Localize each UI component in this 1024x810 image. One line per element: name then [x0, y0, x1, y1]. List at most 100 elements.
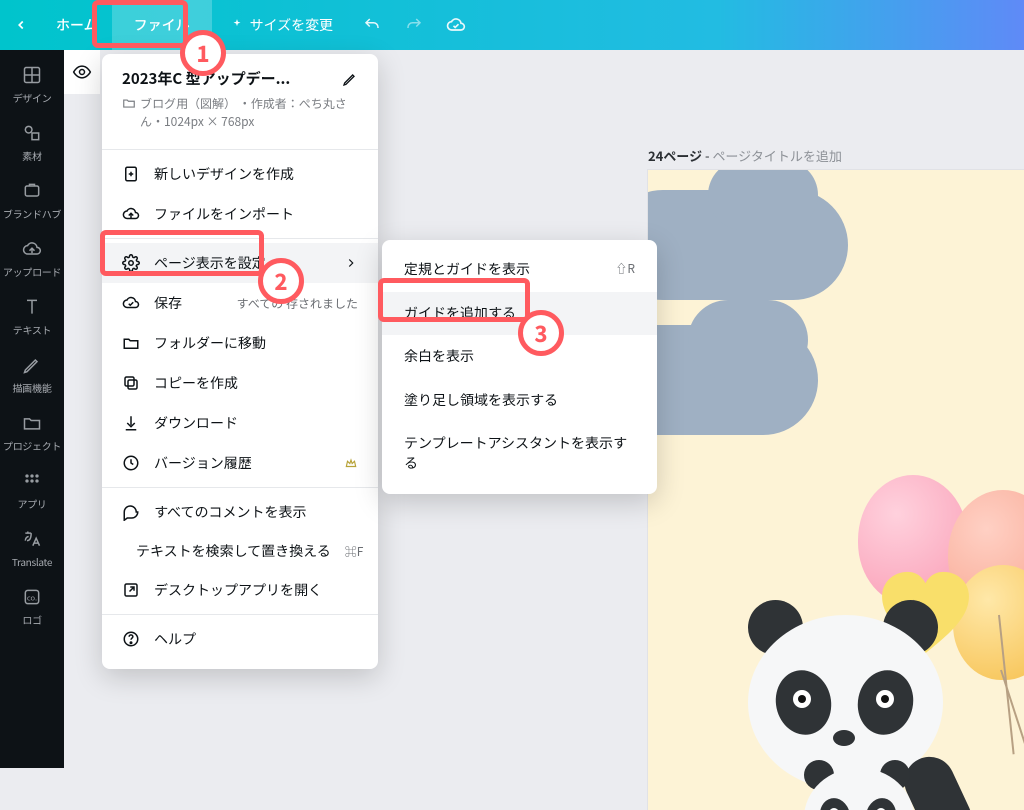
- brand-icon: [22, 181, 42, 201]
- pencil-icon: [22, 355, 42, 375]
- side-rail: デザイン 素材 ブランドハブ アップロード テキスト 描画機能 プロジェクト ア…: [0, 50, 64, 768]
- rail-label: 素材: [22, 148, 41, 163]
- rail-elements[interactable]: 素材: [0, 114, 64, 172]
- menu-comments[interactable]: すべてのコメントを表示: [102, 492, 378, 532]
- rail-label: ブランドハブ: [3, 206, 61, 221]
- menu-label: ヘルプ: [154, 629, 196, 649]
- undo-button[interactable]: [351, 0, 393, 50]
- page-title-placeholder: ページタイトルを追加: [712, 146, 841, 165]
- cloud-upload-icon: [22, 239, 42, 259]
- cloud-upload-icon: [122, 205, 140, 223]
- rail-design[interactable]: デザイン: [0, 56, 64, 114]
- cloud-check-icon: [446, 15, 466, 35]
- eye-icon: [72, 62, 92, 82]
- rail-apps[interactable]: アプリ: [0, 462, 64, 520]
- sparkle-icon: [230, 18, 244, 32]
- resize-button[interactable]: サイズを変更: [212, 15, 352, 35]
- rail-draw[interactable]: 描画機能: [0, 346, 64, 404]
- submenu-template-assistant[interactable]: テンプレートアシスタントを表示する: [382, 422, 657, 485]
- menu-label: 余白を表示: [404, 347, 474, 367]
- rail-label: プロジェクト: [3, 438, 61, 453]
- file-menu-button[interactable]: ファイル: [112, 0, 212, 50]
- menu-label: 塗り足し領域を表示する: [404, 391, 558, 411]
- menu-desktop-app[interactable]: デスクトップアプリを開く: [102, 570, 378, 610]
- gear-icon: [122, 254, 140, 272]
- menu-label: ファイルをインポート: [154, 204, 294, 224]
- design-title[interactable]: 2023年C 型アップデー...: [122, 68, 290, 89]
- menu-label: すべてのコメントを表示: [154, 502, 306, 522]
- redo-button[interactable]: [393, 0, 435, 50]
- rail-translate[interactable]: Translate: [0, 520, 64, 578]
- submenu-add-guides[interactable]: ガイドを追加する: [382, 292, 657, 336]
- svg-text:co.: co.: [27, 592, 37, 603]
- folder-icon: [22, 413, 42, 433]
- rail-upload[interactable]: アップロード: [0, 230, 64, 288]
- page-view-submenu: 定規とガイドを表示 ⇧R ガイドを追加する 余白を表示 塗り足し領域を表示する …: [382, 240, 657, 494]
- menu-save[interactable]: 保存 すべての 存されました: [102, 283, 378, 323]
- redo-icon: [405, 16, 423, 34]
- menu-page-view[interactable]: ページ表示を設定: [102, 243, 378, 283]
- menu-version-history[interactable]: バージョン履歴: [102, 443, 378, 483]
- menu-new-design[interactable]: 新しいデザインを作成: [102, 154, 378, 194]
- home-link[interactable]: ホーム: [42, 15, 112, 35]
- menu-import[interactable]: ファイルをインポート: [102, 194, 378, 234]
- menu-label: バージョン履歴: [154, 453, 252, 473]
- rail-label: デザイン: [13, 90, 52, 105]
- menu-download[interactable]: ダウンロード: [102, 403, 378, 443]
- grid-icon: [22, 471, 42, 491]
- menu-label: デスクトップアプリを開く: [154, 580, 322, 600]
- rail-label: Translate: [12, 554, 52, 569]
- panel-toggle[interactable]: [64, 50, 100, 94]
- menu-label: 保存: [154, 293, 182, 313]
- submenu-bleed[interactable]: 塗り足し領域を表示する: [382, 379, 657, 423]
- page-label[interactable]: 24ページ - ページタイトルを追加: [648, 146, 842, 165]
- edit-title-icon[interactable]: [342, 71, 358, 87]
- undo-icon: [363, 16, 381, 34]
- back-button[interactable]: [0, 0, 42, 50]
- top-bar: ホーム ファイル サイズを変更: [0, 0, 1024, 50]
- menu-label: ガイドを追加する: [404, 304, 516, 324]
- rail-label: テキスト: [13, 322, 52, 337]
- submenu-margins[interactable]: 余白を表示: [382, 335, 657, 379]
- menu-label: テキストを検索して置き換える: [136, 542, 331, 560]
- rail-label: ロゴ: [22, 612, 41, 627]
- rail-logo[interactable]: co. ロゴ: [0, 578, 64, 636]
- plus-file-icon: [122, 165, 140, 183]
- rail-label: アップロード: [3, 264, 61, 279]
- meta-size: 1024px × 768px: [164, 113, 254, 130]
- menu-find-replace[interactable]: テキストを検索して置き換える ⌘F: [102, 532, 378, 570]
- download-icon: [122, 414, 140, 432]
- menu-label: 新しいデザインを作成: [154, 164, 294, 184]
- rail-label: アプリ: [17, 496, 46, 511]
- rail-label: 描画機能: [13, 380, 52, 395]
- cloud-sync-button[interactable]: [435, 0, 477, 50]
- layout-icon: [22, 65, 42, 85]
- chevron-right-icon: [344, 256, 358, 270]
- menu-move-folder[interactable]: フォルダーに移動: [102, 323, 378, 363]
- menu-label: 定規とガイドを表示: [404, 260, 530, 280]
- shapes-icon: [22, 123, 42, 143]
- menu-label: テンプレートアシスタントを表示する: [404, 434, 635, 473]
- cloud-shape: [688, 300, 808, 380]
- copy-icon: [122, 374, 140, 392]
- rail-brandhub[interactable]: ブランドハブ: [0, 172, 64, 230]
- design-meta: ブログ用（図解） ・作成者：ぺち丸さん・1024px × 768px: [102, 95, 378, 145]
- logo-icon: co.: [22, 587, 42, 607]
- submenu-rulers[interactable]: 定規とガイドを表示 ⇧R: [382, 248, 657, 292]
- page-sep: -: [702, 146, 712, 165]
- translate-icon: [22, 529, 42, 549]
- keyboard-shortcut: ⌘F: [345, 543, 364, 560]
- text-icon: [22, 297, 42, 317]
- design-canvas[interactable]: T L: [648, 170, 1024, 810]
- open-external-icon: [122, 581, 140, 599]
- menu-help[interactable]: ヘルプ: [102, 619, 378, 659]
- menu-copy[interactable]: コピーを作成: [102, 363, 378, 403]
- keyboard-shortcut: ⇧R: [615, 261, 635, 278]
- rail-text[interactable]: テキスト: [0, 288, 64, 346]
- help-icon: [122, 630, 140, 648]
- cloud-check-icon: [122, 294, 140, 312]
- menu-label: ダウンロード: [154, 413, 238, 433]
- rail-project[interactable]: プロジェクト: [0, 404, 64, 462]
- resize-label: サイズを変更: [250, 15, 334, 35]
- folder-icon: [122, 334, 140, 352]
